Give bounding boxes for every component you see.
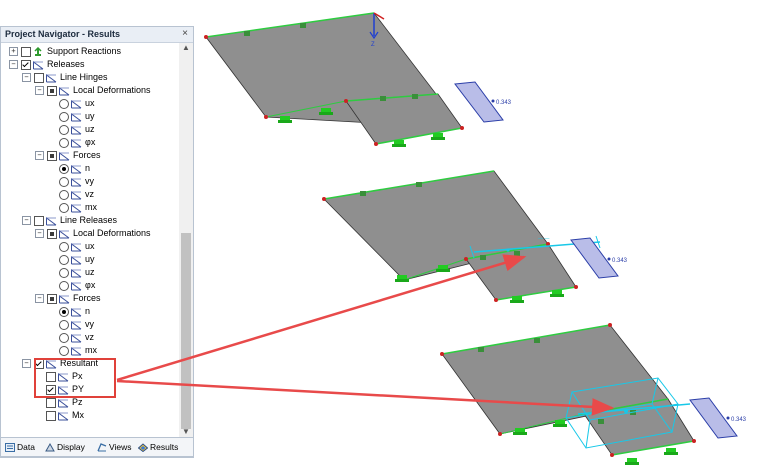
annotation-arrows bbox=[116, 254, 615, 416]
resultant-highlight-box bbox=[34, 358, 116, 398]
